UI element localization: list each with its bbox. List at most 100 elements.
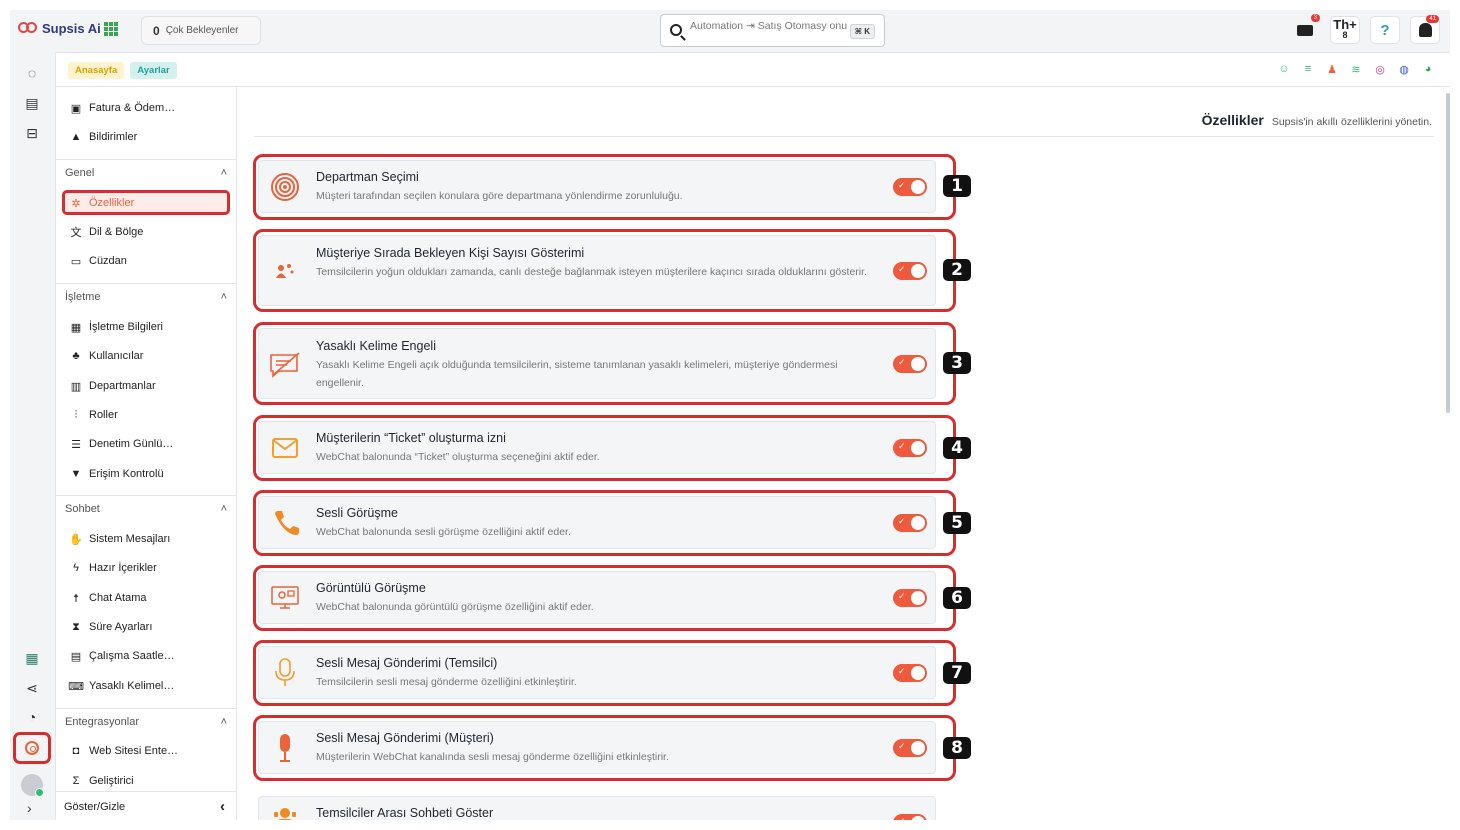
feature-title: Temsilciler Arası Sohbeti Göster (316, 806, 494, 820)
highlight-frame (253, 229, 956, 312)
whatsapp-icon[interactable]: ◕ (1420, 61, 1436, 77)
chat-icon[interactable]: ◌ (23, 64, 41, 82)
pending-label: Çok Bekleyenler (165, 25, 239, 36)
sidebar-item-users[interactable]: ♣ Kullanıcılar (70, 345, 230, 367)
breadcrumb-settings[interactable]: Ayarlar (130, 62, 177, 79)
agents-chat-icon (269, 803, 301, 820)
agent-status-button[interactable]: Th+ 8 (1330, 16, 1360, 44)
sidebar-item-label: İşletme Bilgileri (89, 321, 163, 333)
app-name: Supsis Ai (42, 20, 101, 36)
step-number: 8 (943, 737, 971, 759)
sidebar-item-roles[interactable]: ⫶ Roller (70, 404, 230, 426)
group-title: Entegrasyonlar (65, 715, 139, 728)
sidebar-item-wallet[interactable]: ▭ Cüzdan (70, 250, 230, 272)
sidebar-item-language[interactable]: 文 Dil & Bölge (70, 221, 230, 243)
messenger-icon[interactable]: ◍ (1396, 61, 1412, 77)
sidebar-item-banned-words[interactable]: ⌨ Yasaklı Kelimel… (68, 675, 230, 697)
chevron-left-icon: ‹ (220, 798, 225, 815)
highlight-frame (253, 565, 956, 631)
agents-icon[interactable]: ♟ (1324, 61, 1340, 77)
sidebar-item-label: Departmanlar (89, 380, 156, 392)
sidebar-item-label: Denetim Günlü… (89, 438, 174, 450)
sidebar-item-features[interactable]: ✲ Özellikler (62, 190, 230, 215)
sidebar-item-canned-content[interactable]: ϟ Hazır İçerikler (70, 557, 230, 579)
gear-icon (25, 741, 39, 755)
sidebar-item-chat-assignment[interactable]: ☨ Chat Atama (70, 587, 230, 609)
group-business[interactable]: İşletme ˄ (56, 283, 237, 309)
divider (254, 136, 1434, 137)
messages-button[interactable]: 3 (1290, 14, 1320, 44)
instagram-icon[interactable]: ◎ (1372, 61, 1388, 77)
content-card: Anasayfa Ayarlar ☺ ≡ ♟ ≋ ◎ ◍ ◕ ▣ Fatura … (55, 52, 1450, 820)
group-title: Genel (65, 166, 95, 179)
sidebar-item-label: Chat Atama (89, 592, 147, 604)
sidebar-item-developer[interactable]: Σ Geliştirici (70, 770, 230, 792)
share-icon[interactable]: ⋖ (23, 679, 41, 697)
search-input[interactable]: Automation ⇥ Satış Otomasy onu ⌘ K (660, 14, 885, 47)
sidebar-item-system-messages[interactable]: ✋ Sistem Mesajları (69, 528, 230, 550)
sidebar-item-label: Süre Ayarları (89, 621, 153, 633)
breadcrumb-home[interactable]: Anasayfa (68, 62, 125, 79)
sidebar-item-website-integration[interactable]: ◘ Web Sitesi Ente… (70, 740, 230, 762)
calendar-icon: ▤ (70, 650, 82, 663)
group-title: İşletme (65, 290, 101, 303)
toggle-sidebar-button[interactable]: Göster/Gizle ‹ (56, 791, 237, 820)
keyboard-icon: ⌨ (68, 680, 84, 693)
sidebar-item-billing[interactable]: ▣ Fatura & Ödem… (70, 97, 230, 119)
apps-grid-icon[interactable] (104, 22, 118, 36)
toggle-sidebar-label: Göster/Gizle (64, 800, 126, 813)
search-shortcut: ⌘ K (849, 24, 875, 39)
expand-rail-icon[interactable]: › (27, 800, 32, 816)
dashboard-icon[interactable]: ▦ (23, 649, 41, 667)
sidebar-item-label: Fatura & Ödem… (89, 102, 176, 114)
help-icon: ? (1380, 21, 1390, 39)
chevron-up-icon: ˄ (220, 166, 227, 179)
inbox-icon[interactable]: ⊟ (23, 124, 41, 142)
sidebar-item-label: Hazır İçerikler (89, 562, 157, 574)
icon-rail: ◌ ▤ ⊟ ▦ ⋖ ◔ › (10, 52, 54, 820)
step-number: 7 (943, 662, 971, 684)
wallet-icon: ▭ (70, 255, 82, 268)
highlight-frame (253, 322, 956, 405)
invoice-icon: ▣ (70, 102, 82, 115)
chevron-up-icon: ˄ (220, 715, 227, 728)
avatar[interactable] (21, 774, 44, 797)
step-number: 1 (943, 175, 971, 197)
wifi-icon[interactable]: ≋ (1348, 61, 1364, 77)
notifications-button[interactable]: 41 (1410, 15, 1440, 44)
group-general[interactable]: Genel ˄ (56, 159, 237, 185)
sidebar-item-business-info[interactable]: ▦ İşletme Bilgileri (70, 316, 230, 338)
sidebar-item-departments[interactable]: ▥ Departmanlar (70, 375, 230, 397)
sidebar-item-audit-log[interactable]: ☰ Denetim Günlü… (70, 433, 230, 455)
sidebar-item-row: ✲ Özellikler (70, 192, 230, 214)
logo-icon (18, 20, 38, 36)
settings-rail-button[interactable] (13, 732, 51, 764)
step-number: 3 (943, 352, 971, 374)
search-placeholder: Automation ⇥ Satış Otomasy onu (690, 20, 848, 32)
sidebar-item-time-settings[interactable]: ⧗ Süre Ayarları (70, 616, 230, 638)
sidebar-item-notifications[interactable]: ▲ Bildirimler (70, 126, 230, 148)
mail-icon (1297, 24, 1313, 36)
group-title: Sohbet (65, 502, 100, 515)
sidebar-item-label: Yasaklı Kelimel… (89, 680, 175, 692)
webchat-icon[interactable]: ☺ (1276, 61, 1292, 77)
roles-icon: ⫶ (74, 408, 78, 421)
reports-icon[interactable]: ◔ (23, 708, 41, 726)
group-integrations[interactable]: Entegrasyonlar ˄ (56, 708, 237, 734)
channel-icons: ☺ ≡ ♟ ≋ ◎ ◍ ◕ (1276, 61, 1436, 77)
sidebar-item-label: Çalışma Saatle… (89, 650, 175, 662)
step-number: 2 (943, 259, 971, 281)
sidebar-item-label: Erişim Kontrolü (89, 468, 164, 480)
sidebar-item-label: Geliştirici (89, 775, 134, 787)
sidebar-item-working-hours[interactable]: ▤ Çalışma Saatle… (70, 645, 230, 667)
feature-toggle[interactable] (893, 814, 927, 820)
list-icon[interactable]: ≡ (1300, 61, 1316, 77)
scrollbar[interactable] (1446, 93, 1450, 413)
pending-chats-button[interactable]: 0 Çok Bekleyenler (141, 16, 261, 45)
help-button[interactable]: ? (1370, 16, 1400, 44)
sidebar-item-access-control[interactable]: ▼ Erişim Kontrolü (70, 463, 230, 485)
top-bar: Supsis Ai 0 Çok Bekleyenler Automation ⇥… (10, 10, 1450, 52)
group-chat[interactable]: Sohbet ˄ (56, 495, 237, 521)
contacts-icon[interactable]: ▤ (23, 94, 41, 112)
logo[interactable]: Supsis Ai (18, 20, 101, 36)
